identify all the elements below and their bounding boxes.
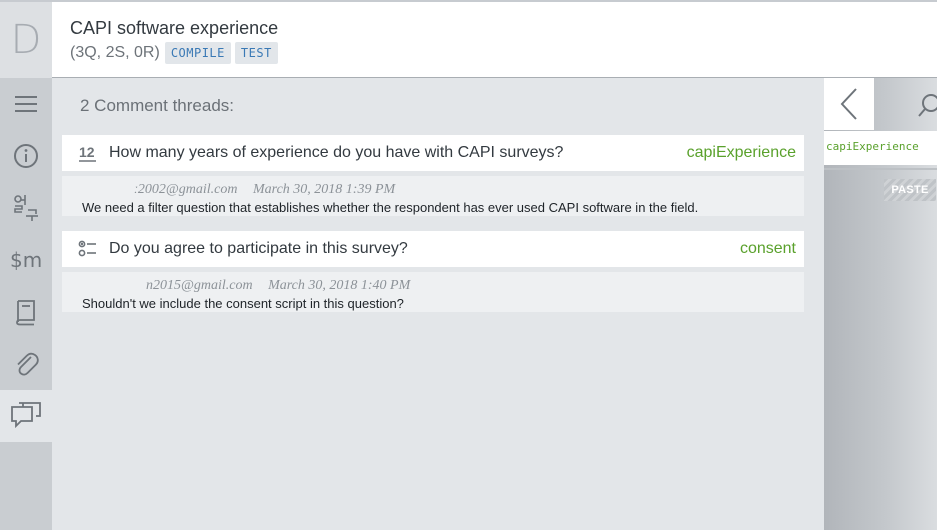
- single-select-question-icon: [78, 239, 98, 259]
- selected-variable-name: capiExperience: [826, 140, 919, 153]
- sidebar-item-macros[interactable]: $m: [0, 234, 52, 286]
- comment-author: n2015@gmail.com: [146, 278, 253, 293]
- app-logo[interactable]: D: [0, 2, 52, 78]
- sidebar-item-info[interactable]: [0, 130, 52, 182]
- comment-threads-heading: 2 Comment threads:: [80, 96, 235, 115]
- macro-dollar-icon: $m: [10, 248, 42, 272]
- selected-variable-item[interactable]: capiExperience: [824, 131, 937, 165]
- paste-button[interactable]: PASTE: [884, 179, 936, 201]
- search-button[interactable]: [918, 90, 937, 120]
- back-button[interactable]: [824, 78, 874, 130]
- paste-label: PASTE: [891, 184, 929, 196]
- chevron-left-icon: [840, 88, 857, 120]
- comments-icon: [11, 402, 41, 429]
- sidebar-item-comments[interactable]: [0, 390, 52, 442]
- header-subline: (3Q, 2S, 0R) COMPILE TEST: [70, 42, 282, 64]
- panel-divider: [824, 168, 937, 170]
- sidebar-item-menu[interactable]: [0, 78, 52, 130]
- comment-meta: ː2002@gmail.com March 30, 2018 1:39 PM: [134, 182, 395, 198]
- comment-text: Shouldn't we include the consent script …: [82, 296, 404, 311]
- question-counts: (3Q, 2S, 0R): [70, 44, 160, 61]
- questionnaire-header: D CAPI software experience (3Q, 2S, 0R) …: [0, 2, 937, 78]
- page-title: CAPI software experience: [70, 18, 279, 38]
- comment-threads-panel: 2 Comment threads: 12 How many years of …: [52, 78, 824, 530]
- compile-button[interactable]: COMPILE: [164, 42, 231, 64]
- hamburger-menu-icon: [15, 96, 37, 112]
- comment-meta: n2015@gmail.com March 30, 2018 1:40 PM: [146, 278, 410, 294]
- sidebar-item-translations[interactable]: [0, 182, 52, 234]
- question-title[interactable]: How many years of experience do you have…: [109, 144, 687, 162]
- question-variable[interactable]: consent: [740, 240, 796, 258]
- question-variable[interactable]: capiExperience: [687, 144, 796, 162]
- comment-item: ː2002@gmail.com March 30, 2018 1:39 PM W…: [62, 176, 804, 216]
- comment-author: ː2002@gmail.com: [134, 182, 238, 197]
- sidebar-item-lookup-tables[interactable]: [0, 286, 52, 338]
- comment-date: March 30, 2018 1:40 PM: [268, 278, 411, 293]
- comment-text: We need a filter question that establish…: [82, 200, 699, 215]
- thread-question-row[interactable]: Do you agree to participate in this surv…: [62, 231, 804, 267]
- comment-item: n2015@gmail.com March 30, 2018 1:40 PM S…: [62, 272, 804, 312]
- comment-date: March 30, 2018 1:39 PM: [252, 182, 396, 197]
- translation-icon: [14, 195, 38, 221]
- test-button[interactable]: TEST: [234, 42, 278, 64]
- right-chapter-panel: capiExperience PASTE: [824, 78, 937, 530]
- info-icon: [14, 144, 38, 168]
- thread-question-row[interactable]: 12 How many years of experience do you h…: [62, 135, 804, 171]
- book-icon: [16, 300, 35, 326]
- left-sidebar: $m: [0, 78, 52, 530]
- question-title[interactable]: Do you agree to participate in this surv…: [109, 240, 740, 258]
- logo-letter: D: [10, 17, 42, 63]
- svg-text:12: 12: [79, 144, 95, 160]
- numeric-question-icon: 12: [78, 143, 98, 163]
- search-icon: [918, 94, 937, 117]
- paperclip-icon: [17, 352, 39, 376]
- svg-text:$m: $m: [10, 248, 42, 272]
- sidebar-item-attachments[interactable]: [0, 338, 52, 390]
